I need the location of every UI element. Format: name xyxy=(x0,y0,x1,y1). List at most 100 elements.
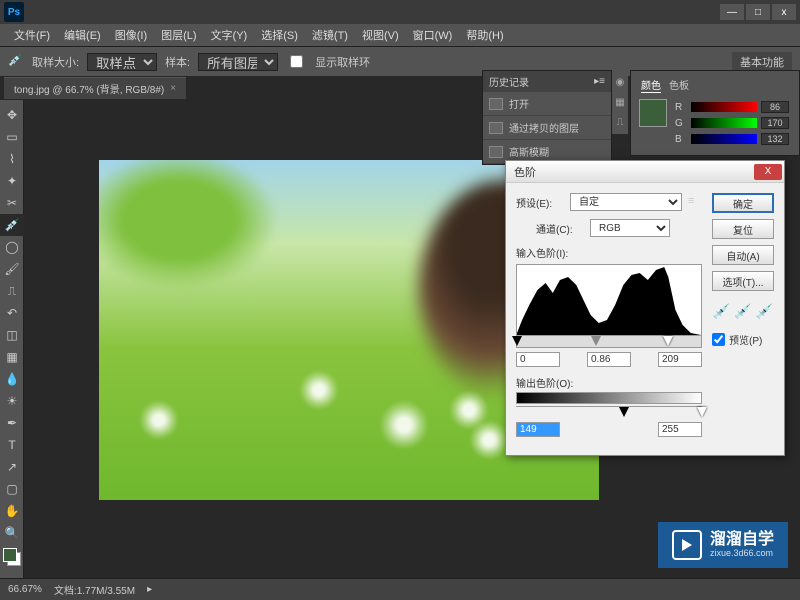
brush-tool[interactable]: 🖌 xyxy=(0,258,24,280)
healing-tool[interactable]: ◯ xyxy=(0,236,24,258)
lasso-tool[interactable]: ⌇ xyxy=(0,148,24,170)
wand-tool[interactable]: ✦ xyxy=(0,170,24,192)
g-slider[interactable] xyxy=(691,118,757,128)
pen-tool[interactable]: ✒ xyxy=(0,412,24,434)
zoom-tool[interactable]: 🔍 xyxy=(0,522,24,544)
menu-file[interactable]: 文件(F) xyxy=(8,25,56,45)
menu-type[interactable]: 文字(Y) xyxy=(205,25,254,45)
status-bar: 66.67% 文档:1.77M/3.55M ▸ xyxy=(0,578,800,600)
gradient-tool[interactable]: ▦ xyxy=(0,346,24,368)
history-item[interactable]: 通过拷贝的图层 xyxy=(483,116,611,140)
type-tool[interactable]: T xyxy=(0,434,24,456)
document-tab-label: tong.jpg @ 66.7% (背景, RGB/8#) xyxy=(14,81,164,96)
preset-select[interactable]: 自定 xyxy=(570,193,682,211)
dodge-tool[interactable]: ☀ xyxy=(0,390,24,412)
b-value[interactable] xyxy=(761,133,789,145)
history-item[interactable]: 打开 xyxy=(483,92,611,116)
strip-icon[interactable]: ◉ xyxy=(612,74,628,90)
workspace-mode[interactable]: 基本功能 xyxy=(732,52,792,72)
preview-checkbox[interactable] xyxy=(712,333,725,346)
blur-tool[interactable]: 💧 xyxy=(0,368,24,390)
history-panel-header[interactable]: 历史记录 ▸≡ xyxy=(483,71,611,92)
close-button[interactable]: x xyxy=(772,4,796,20)
black-point-eyedropper-icon[interactable]: 💉 xyxy=(713,303,730,320)
minimize-button[interactable]: — xyxy=(720,4,744,20)
sample-layer-select[interactable]: 所有图层 xyxy=(198,53,278,71)
menu-help[interactable]: 帮助(H) xyxy=(460,25,509,45)
output-black-input[interactable] xyxy=(516,422,560,437)
foreground-color[interactable] xyxy=(3,548,17,562)
menu-bar: 文件(F) 编辑(E) 图像(I) 图层(L) 文字(Y) 选择(S) 滤镜(T… xyxy=(0,24,800,46)
crop-tool[interactable]: ✂ xyxy=(0,192,24,214)
preview-label: 预览(P) xyxy=(729,332,762,347)
app-logo: Ps xyxy=(4,2,24,22)
highlight-slider[interactable] xyxy=(663,336,673,346)
watermark-url: zixue.3d66.com xyxy=(710,549,774,559)
b-slider[interactable] xyxy=(691,134,757,144)
document-tab[interactable]: tong.jpg @ 66.7% (背景, RGB/8#) × xyxy=(4,77,186,99)
output-levels-label: 输出色阶(O): xyxy=(516,375,702,390)
output-white-slider[interactable] xyxy=(697,407,707,417)
strip-icon[interactable]: ⎍ xyxy=(612,114,628,130)
move-tool[interactable]: ✥ xyxy=(0,104,24,126)
shadow-input[interactable] xyxy=(516,352,560,367)
channel-select[interactable]: RGB xyxy=(590,219,670,237)
output-white-input[interactable] xyxy=(658,422,702,437)
marquee-tool[interactable]: ▭ xyxy=(0,126,24,148)
strip-icon[interactable]: ▦ xyxy=(612,94,628,110)
stamp-tool[interactable]: ⎍ xyxy=(0,280,24,302)
tab-color[interactable]: 颜色 xyxy=(641,77,661,93)
menu-image[interactable]: 图像(I) xyxy=(109,25,153,45)
menu-layer[interactable]: 图层(L) xyxy=(155,25,202,45)
highlight-input[interactable] xyxy=(658,352,702,367)
cancel-button[interactable]: 复位 xyxy=(712,219,774,239)
white-point-eyedropper-icon[interactable]: 💉 xyxy=(756,303,773,320)
shape-tool[interactable]: ▢ xyxy=(0,478,24,500)
path-tool[interactable]: ↗ xyxy=(0,456,24,478)
color-swatches[interactable] xyxy=(3,548,21,566)
doc-info[interactable]: 文档:1.77M/3.55M xyxy=(54,582,135,597)
collapsed-panel-strip: ◉ ▦ ⎍ xyxy=(612,70,628,134)
status-arrow-icon[interactable]: ▸ xyxy=(147,584,152,595)
tab-swatches[interactable]: 色板 xyxy=(669,77,689,93)
preset-menu-icon[interactable]: ≡ xyxy=(688,195,702,209)
ok-button[interactable]: 确定 xyxy=(712,193,774,213)
input-slider-track[interactable] xyxy=(517,335,701,347)
eyedropper-tool[interactable]: 💉 xyxy=(0,214,24,236)
b-label: B xyxy=(675,134,687,145)
r-slider[interactable] xyxy=(691,102,757,112)
auto-button[interactable]: 自动(A) xyxy=(712,245,774,265)
midtone-input[interactable] xyxy=(587,352,631,367)
output-gradient xyxy=(516,392,702,404)
menu-edit[interactable]: 编辑(E) xyxy=(58,25,107,45)
menu-select[interactable]: 选择(S) xyxy=(255,25,304,45)
options-button[interactable]: 选项(T)... xyxy=(712,271,774,291)
shadow-slider[interactable] xyxy=(512,336,522,346)
output-black-slider[interactable] xyxy=(619,407,629,417)
menu-filter[interactable]: 滤镜(T) xyxy=(306,25,354,45)
gray-point-eyedropper-icon[interactable]: 💉 xyxy=(734,303,751,320)
color-panel: 颜色 色板 R G B xyxy=(630,70,800,156)
history-brush-tool[interactable]: ↶ xyxy=(0,302,24,324)
tools-panel: ✥ ▭ ⌇ ✦ ✂ 💉 ◯ 🖌 ⎍ ↶ ◫ ▦ 💧 ☀ ✒ T ↗ ▢ ✋ 🔍 xyxy=(0,100,24,600)
color-preview-swatch[interactable] xyxy=(639,99,667,127)
g-value[interactable] xyxy=(761,117,789,129)
tab-close-icon[interactable]: × xyxy=(170,83,176,94)
midtone-slider[interactable] xyxy=(591,336,601,346)
sample-size-select[interactable]: 取样点 xyxy=(87,53,157,71)
r-value[interactable] xyxy=(761,101,789,113)
show-ring-checkbox[interactable] xyxy=(290,55,303,68)
sample-label: 样本: xyxy=(165,54,190,70)
menu-window[interactable]: 窗口(W) xyxy=(407,25,459,45)
eraser-tool[interactable]: ◫ xyxy=(0,324,24,346)
panel-menu-icon[interactable]: ▸≡ xyxy=(594,76,605,87)
dialog-titlebar[interactable]: 色阶 X xyxy=(506,161,784,183)
zoom-level[interactable]: 66.67% xyxy=(8,584,42,595)
menu-view[interactable]: 视图(V) xyxy=(356,25,405,45)
maximize-button[interactable]: □ xyxy=(746,4,770,20)
output-slider-track[interactable] xyxy=(516,406,702,418)
dialog-close-button[interactable]: X xyxy=(754,164,782,180)
eyedropper-icon: 💉 xyxy=(8,54,24,70)
hand-tool[interactable]: ✋ xyxy=(0,500,24,522)
preset-label: 预设(E): xyxy=(516,195,564,210)
